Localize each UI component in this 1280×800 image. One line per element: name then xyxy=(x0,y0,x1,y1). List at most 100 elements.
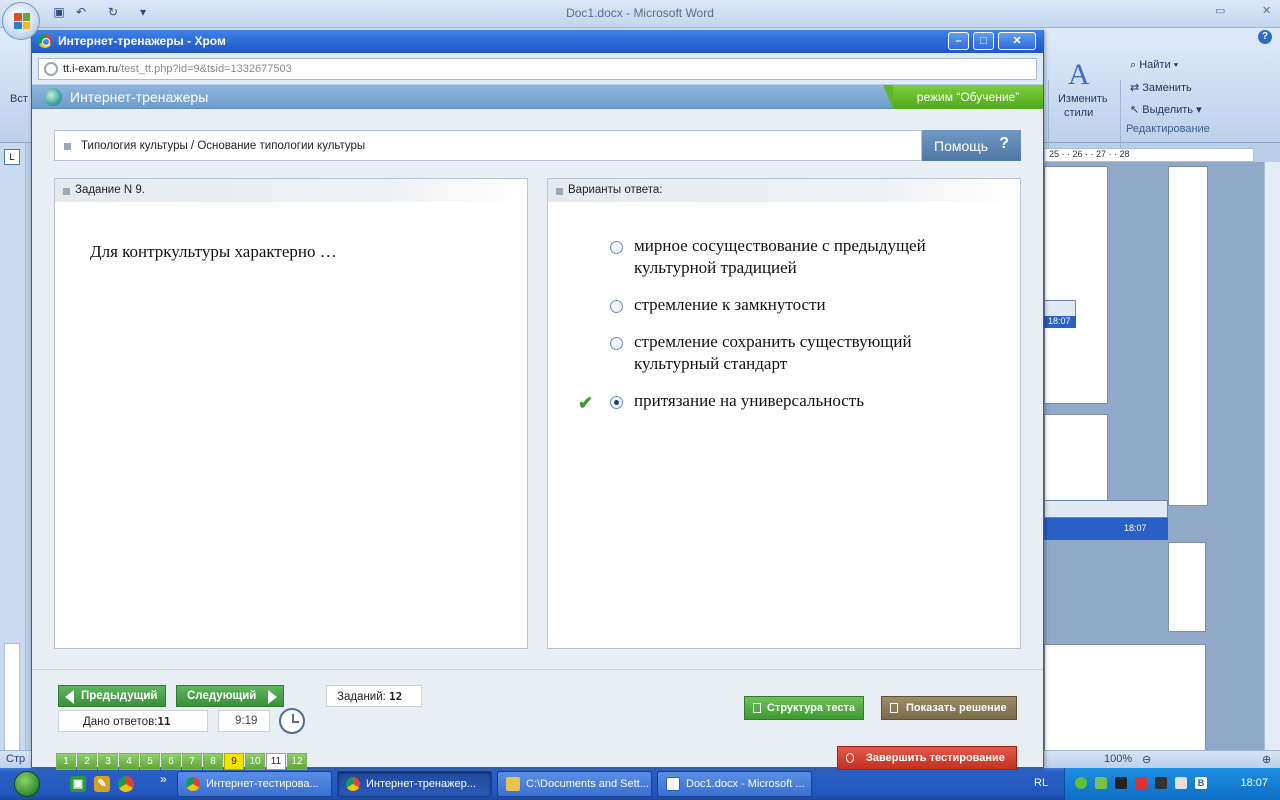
tray-app-icon[interactable] xyxy=(1155,777,1167,789)
answered-count-box: Дано ответов:11 xyxy=(58,710,208,732)
taskbar-button-internet-testing[interactable]: Интернет-тестирова... xyxy=(177,771,332,797)
answers-header: Варианты ответа: xyxy=(568,184,663,196)
taskbar-button-explorer[interactable]: C:\Documents and Sett... xyxy=(497,771,652,797)
select-button[interactable]: ↖ Выделить ▾ xyxy=(1130,103,1202,116)
page-button-10[interactable]: 10 xyxy=(245,753,265,770)
word-minimize-icon[interactable]: ▭ xyxy=(1215,4,1225,17)
answer-option-1[interactable]: мирное сосуществование с предыдущей куль… xyxy=(608,235,968,279)
word-vertical-scrollbar[interactable] xyxy=(1264,162,1280,750)
checkmark-icon: ✔ xyxy=(578,393,594,413)
answer-list: мирное сосуществование с предыдущей куль… xyxy=(578,235,968,427)
taskbar-clock[interactable]: 18:07 xyxy=(1240,777,1268,789)
find-button[interactable]: ⌕ Найти ▾ xyxy=(1130,59,1178,72)
change-styles-icon[interactable]: A xyxy=(1068,58,1090,92)
page-button-5[interactable]: 5 xyxy=(140,753,160,770)
quicklaunch-app-icon[interactable]: ▣ xyxy=(70,776,86,792)
answers-panel-header: Варианты ответа: xyxy=(548,179,1020,202)
help-button[interactable]: Помощь ? xyxy=(922,130,1021,161)
finish-test-button[interactable]: Завершить тестирование xyxy=(837,746,1017,770)
document-page xyxy=(1168,166,1208,506)
windows-logo-icon xyxy=(14,771,40,797)
page-button-4[interactable]: 4 xyxy=(119,753,139,770)
breadcrumb-text: Типология культуры / Основание типологии… xyxy=(81,140,366,152)
language-indicator[interactable]: RL xyxy=(1034,777,1048,789)
editing-group-title: Редактирование xyxy=(1126,123,1210,135)
taskbar-button-word[interactable]: Doc1.docx - Microsoft ... xyxy=(657,771,812,797)
bullet-icon xyxy=(64,143,71,150)
word-close-icon[interactable]: ✕ xyxy=(1262,4,1271,17)
show-solution-button[interactable]: Показать решение xyxy=(881,696,1017,720)
nested-clock: 18:07 xyxy=(1048,316,1071,326)
taskbar-button-label: Doc1.docx - Microsoft ... xyxy=(686,778,805,790)
quicklaunch-tool-icon[interactable]: ✎ xyxy=(94,776,110,792)
vk-icon[interactable]: B xyxy=(1195,777,1207,789)
find-label: Найти xyxy=(1139,59,1171,71)
page-button-9-current[interactable]: 9 xyxy=(224,753,244,770)
chrome-icon xyxy=(346,777,360,791)
change-styles-label-1[interactable]: Изменить xyxy=(1058,93,1108,105)
zoom-in-icon[interactable]: ⊕ xyxy=(1262,753,1271,766)
tab-selector[interactable]: L xyxy=(4,149,20,165)
page-button-2[interactable]: 2 xyxy=(77,753,97,770)
page-button-12[interactable]: 12 xyxy=(287,753,307,770)
taskbar-button-internet-trainers[interactable]: Интернет-тренажер... xyxy=(337,771,492,797)
horizontal-ruler: 25 · · 26 · · 27 · · 28 xyxy=(1044,148,1254,162)
radio-button[interactable] xyxy=(610,241,623,254)
page-button-8[interactable]: 8 xyxy=(203,753,223,770)
page-button-3[interactable]: 3 xyxy=(98,753,118,770)
nested-taskbar: 18:07 xyxy=(1044,316,1076,328)
page-button-7[interactable]: 7 xyxy=(182,753,202,770)
network-icon[interactable] xyxy=(1075,777,1087,789)
task-panel-header: Задание N 9. xyxy=(55,179,527,202)
arrow-left-icon xyxy=(65,690,74,704)
zoom-level[interactable]: 100% xyxy=(1104,753,1132,765)
tray-app-icon[interactable] xyxy=(1115,777,1127,789)
quicklaunch-chrome-icon[interactable] xyxy=(118,776,134,792)
close-button[interactable]: ✕ xyxy=(998,32,1036,50)
radio-button-selected[interactable] xyxy=(610,396,623,409)
minimize-button[interactable]: – xyxy=(948,32,969,50)
url-path: /test_tt.php?id=9&tsid=1332677503 xyxy=(118,63,292,75)
start-button[interactable] xyxy=(10,768,50,800)
previous-label: Предыдущий xyxy=(81,690,158,702)
radio-button[interactable] xyxy=(610,300,623,313)
word-doc-icon xyxy=(666,777,680,791)
quicklaunch-more-icon[interactable]: » xyxy=(160,772,167,786)
globe-icon xyxy=(44,62,58,76)
answer-option-3[interactable]: стремление сохранить существующий культу… xyxy=(608,331,968,375)
tasks-count-box: Заданий: 12 xyxy=(326,685,422,707)
paste-button[interactable]: Вст xyxy=(10,93,28,105)
page-button-6[interactable]: 6 xyxy=(161,753,181,770)
maximize-button[interactable]: □ xyxy=(973,32,994,50)
security-icon[interactable] xyxy=(1135,777,1147,789)
previous-button[interactable]: Предыдущий xyxy=(58,685,166,707)
zoom-out-icon[interactable]: ⊖ xyxy=(1142,753,1151,766)
question-pager: 1 2 3 4 5 6 7 8 9 10 11 12 xyxy=(56,753,307,770)
speaker-icon[interactable] xyxy=(1175,777,1187,789)
tray-app-icon[interactable] xyxy=(1095,777,1107,789)
clock-icon xyxy=(279,708,305,734)
help-label: Помощь xyxy=(934,138,989,154)
answer-option-2[interactable]: стремление к замкнутости xyxy=(608,294,968,316)
word-document-title: Doc1.docx - Microsoft Word xyxy=(566,6,714,20)
word-left-bar: L xyxy=(0,143,26,768)
arrow-right-icon xyxy=(268,690,277,704)
change-styles-label-2[interactable]: стили xyxy=(1064,107,1093,119)
radio-button[interactable] xyxy=(610,337,623,350)
replace-button[interactable]: ⇄ Заменить xyxy=(1130,81,1192,94)
app-name: Интернет-тренажеры xyxy=(70,89,209,105)
word-help-icon[interactable]: ? xyxy=(1258,30,1272,44)
solution-label: Показать решение xyxy=(906,702,1007,714)
test-structure-button[interactable]: Структура теста xyxy=(744,696,864,720)
next-button[interactable]: Следующий xyxy=(176,685,284,707)
document-page xyxy=(1044,166,1108,404)
app-footer: Предыдущий Следующий Заданий: 12 Дано от… xyxy=(32,669,1043,770)
office-button[interactable] xyxy=(2,2,40,40)
question-text: Для контркультуры характерно … xyxy=(90,242,337,261)
answer-text: стремление сохранить существующий культу… xyxy=(634,332,912,373)
url-field[interactable]: tt.i-exam.ru/test_tt.php?id=9&tsid=13326… xyxy=(38,58,1037,80)
page-button-1[interactable]: 1 xyxy=(56,753,76,770)
answer-option-4[interactable]: ✔ притязание на универсальность xyxy=(578,390,968,413)
nested-taskbar-2: 18:07 xyxy=(1044,518,1168,540)
page-button-11[interactable]: 11 xyxy=(266,753,286,770)
